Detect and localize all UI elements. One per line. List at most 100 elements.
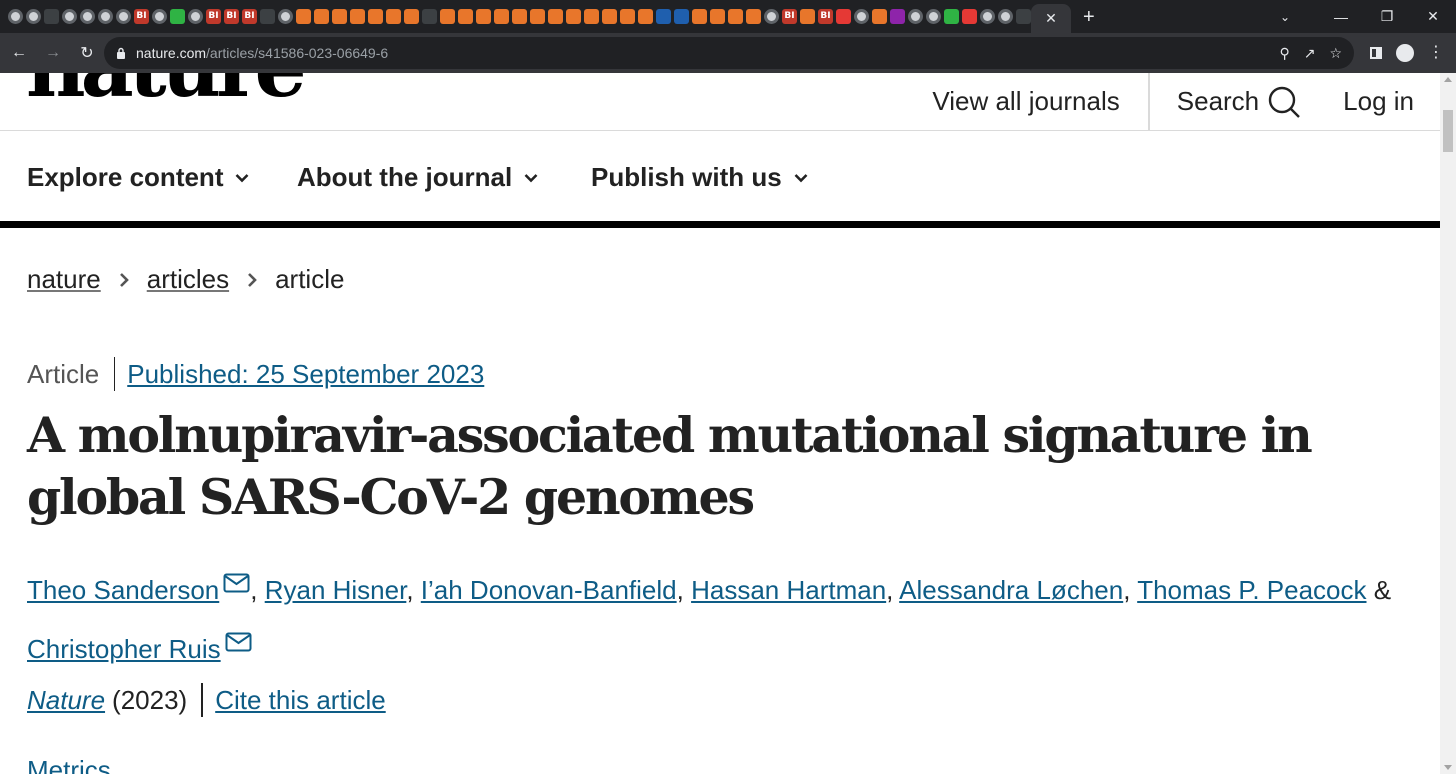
tab-favicon-orange-icon[interactable] [548, 9, 563, 24]
tab-favicon-globe-icon[interactable] [26, 9, 41, 24]
tab-favicon-orange-icon[interactable] [494, 9, 509, 24]
author-link[interactable]: Thomas P. Peacock [1137, 575, 1366, 605]
tab-favicon-orange-icon[interactable] [314, 9, 329, 24]
tab-favicon-orange-icon[interactable] [512, 9, 527, 24]
bookmark-star-icon[interactable]: ☆ [1329, 45, 1342, 62]
tab-favicon-orange-icon[interactable] [386, 9, 401, 24]
tab-favicon-dark-icon[interactable] [44, 9, 59, 24]
tab-favicon-orange-icon[interactable] [566, 9, 581, 24]
tab-favicon-orange-icon[interactable] [692, 9, 707, 24]
tab-favicon-orange-icon[interactable] [404, 9, 419, 24]
tab-favicon-globe-icon[interactable] [926, 9, 941, 24]
active-tab[interactable]: ✕ [1031, 4, 1071, 33]
nature-logo[interactable]: nature [26, 73, 307, 109]
tab-favicon-globe-icon[interactable] [980, 9, 995, 24]
tab-favicon-orange-icon[interactable] [800, 9, 815, 24]
url-text[interactable]: nature.com/articles/s41586-023-06649-6 [136, 45, 388, 61]
tab-favicon-orange-icon[interactable] [332, 9, 347, 24]
tab-favicon-orange-icon[interactable] [458, 9, 473, 24]
tab-favicon-bi-icon[interactable]: BI [224, 9, 239, 24]
tab-favicon-bi-icon[interactable]: BI [782, 9, 797, 24]
tab-favicon-orange-icon[interactable] [350, 9, 365, 24]
tab-favicon-red-icon[interactable] [962, 9, 977, 24]
tab-favicon-globe-icon[interactable] [116, 9, 131, 24]
tab-favicon-globe-icon[interactable] [998, 9, 1013, 24]
tab-favicon-orange-icon[interactable] [584, 9, 599, 24]
minimize-icon[interactable]: — [1318, 9, 1364, 25]
author-link[interactable]: I’ah Donovan-Banfield [421, 575, 677, 605]
breadcrumb-link-nature[interactable]: nature [27, 264, 101, 295]
tab-favicon-bi-icon[interactable]: BI [134, 9, 149, 24]
profile-icon[interactable] [1396, 44, 1414, 62]
author-link[interactable]: Hassan Hartman [691, 575, 886, 605]
tab-favicon-dark-icon[interactable] [1016, 9, 1031, 24]
back-icon[interactable]: ← [4, 44, 34, 62]
tab-favicon-blue-icon[interactable] [674, 9, 689, 24]
search-link[interactable]: Search [1150, 85, 1301, 119]
tab-favicon-orange-icon[interactable] [296, 9, 311, 24]
email-icon[interactable] [225, 617, 252, 652]
tab-favicon-orange-icon[interactable] [368, 9, 383, 24]
scroll-down-arrow-icon[interactable] [1444, 765, 1452, 770]
tab-favicon-orange-icon[interactable] [602, 9, 617, 24]
breadcrumb-link-articles[interactable]: articles [147, 264, 229, 295]
close-window-icon[interactable]: ✕ [1410, 8, 1456, 25]
tab-favicon-orange-icon[interactable] [530, 9, 545, 24]
tab-favicon-bi-icon[interactable]: BI [206, 9, 221, 24]
tab-favicon-green-icon[interactable] [170, 9, 185, 24]
tab-favicon-orange-icon[interactable] [872, 9, 887, 24]
tab-favicon-dark-icon[interactable] [422, 9, 437, 24]
tab-favicon-orange-icon[interactable] [476, 9, 491, 24]
tab-favicon-globe-icon[interactable] [8, 9, 23, 24]
author-link[interactable]: Ryan Hisner [265, 575, 407, 605]
tab-favicon-orange-icon[interactable] [620, 9, 635, 24]
scroll-up-arrow-icon[interactable] [1444, 77, 1452, 82]
tab-favicon-bi-icon[interactable]: BI [818, 9, 833, 24]
nav-publish-with-us[interactable]: Publish with us [591, 162, 808, 193]
login-link[interactable]: Log in [1301, 86, 1440, 117]
tab-close-icon[interactable]: ✕ [1045, 10, 1057, 27]
tab-favicon-orange-icon[interactable] [746, 9, 761, 24]
tab-favicon-globe-icon[interactable] [854, 9, 869, 24]
tab-search-icon[interactable]: ⌄ [1262, 10, 1308, 24]
tab-favicon-globe-icon[interactable] [80, 9, 95, 24]
menu-icon[interactable]: ⋮ [1428, 45, 1444, 61]
author-link[interactable]: Theo Sanderson [27, 575, 219, 605]
metrics-link[interactable]: Metrics [27, 755, 111, 774]
tab-favicon-blue-icon[interactable] [656, 9, 671, 24]
tab-favicon-red-icon[interactable] [836, 9, 851, 24]
tab-favicon-dark-icon[interactable] [260, 9, 275, 24]
new-tab-button[interactable]: + [1083, 7, 1095, 27]
tab-favicon-globe-icon[interactable] [98, 9, 113, 24]
scrollbar-thumb[interactable] [1443, 110, 1453, 152]
maximize-icon[interactable]: ❐ [1364, 8, 1410, 25]
tab-favicon-orange-icon[interactable] [440, 9, 455, 24]
nav-about-the-journal[interactable]: About the journal [297, 162, 538, 193]
tab-favicon-bi-icon[interactable]: BI [242, 9, 257, 24]
email-icon[interactable] [223, 558, 250, 593]
reload-icon[interactable]: ↻ [72, 43, 102, 63]
tab-favicon-globe-icon[interactable] [188, 9, 203, 24]
tab-favicon-globe-icon[interactable] [278, 9, 293, 24]
tab-favicon-orange-icon[interactable] [728, 9, 743, 24]
zoom-icon[interactable]: ⚲ [1279, 45, 1289, 62]
view-all-journals-link[interactable]: View all journals [932, 73, 1147, 130]
tab-favicon-globe-icon[interactable] [764, 9, 779, 24]
side-panel-icon[interactable] [1370, 47, 1382, 59]
journal-name-link[interactable]: Nature [27, 685, 105, 716]
cite-this-article-link[interactable]: Cite this article [215, 685, 386, 716]
tab-favicon-orange-icon[interactable] [638, 9, 653, 24]
address-bar[interactable]: nature.com/articles/s41586-023-06649-6 ⚲… [104, 37, 1354, 69]
published-date-link[interactable]: Published: 25 September 2023 [127, 359, 484, 390]
share-icon[interactable]: ↗ [1304, 45, 1316, 62]
tab-favicon-purple-icon[interactable] [890, 9, 905, 24]
nav-explore-content[interactable]: Explore content [27, 162, 249, 193]
lock-icon[interactable] [116, 47, 126, 59]
forward-icon[interactable]: → [38, 44, 68, 62]
page-scrollbar[interactable] [1440, 73, 1456, 774]
tab-favicon-orange-icon[interactable] [710, 9, 725, 24]
author-link[interactable]: Alessandra Løchen [899, 575, 1123, 605]
tab-favicon-globe-icon[interactable] [152, 9, 167, 24]
author-link[interactable]: Christopher Ruis [27, 634, 221, 664]
tab-favicon-green-icon[interactable] [944, 9, 959, 24]
